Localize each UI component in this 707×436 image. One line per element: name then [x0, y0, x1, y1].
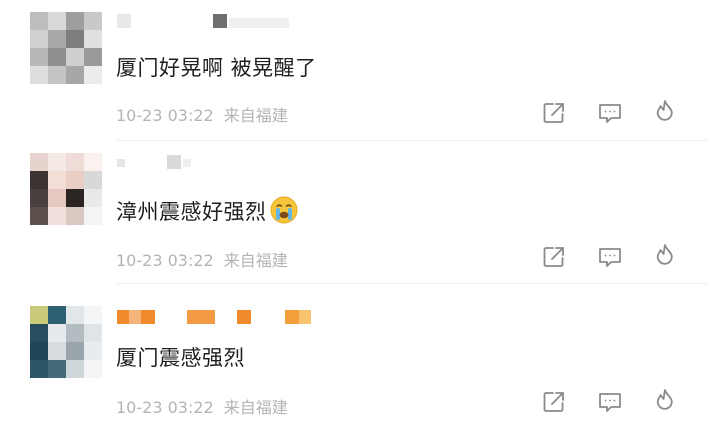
timestamp: 10-23 03:22	[116, 398, 214, 417]
username-redacted[interactable]	[117, 153, 307, 171]
share-icon[interactable]	[540, 388, 568, 416]
avatar[interactable]	[30, 12, 102, 84]
share-icon[interactable]	[540, 99, 568, 127]
location: 来自福建	[223, 251, 288, 270]
like-flame-icon[interactable]	[651, 242, 679, 270]
username-redacted[interactable]	[117, 12, 307, 30]
comment-item: 厦门震感强烈 10-23 03:22 来自福建	[0, 284, 707, 436]
like-flame-icon[interactable]	[651, 98, 679, 126]
username-redacted[interactable]	[117, 308, 317, 326]
crying-face-emoji	[269, 195, 299, 230]
comment-text: 厦门震感强烈	[116, 346, 245, 370]
comment-item: 厦门好晃啊 被晃醒了 10-23 03:22 来自福建	[0, 0, 707, 140]
avatar[interactable]	[30, 153, 102, 225]
comment-item: 漳州震感好强烈 10-23 03:22 来自福建	[0, 141, 707, 282]
comment-text: 厦门好晃啊 被晃醒了	[116, 56, 317, 80]
like-flame-icon[interactable]	[651, 387, 679, 415]
comment-icon[interactable]	[596, 388, 624, 416]
timestamp: 10-23 03:22	[116, 251, 214, 270]
location: 来自福建	[223, 106, 288, 125]
comment-text: 漳州震感好强烈	[116, 195, 299, 230]
comment-icon[interactable]	[596, 243, 624, 271]
share-icon[interactable]	[540, 243, 568, 271]
location: 来自福建	[223, 398, 288, 417]
comment-meta: 10-23 03:22 来自福建	[116, 102, 288, 126]
avatar[interactable]	[30, 306, 102, 378]
comment-meta: 10-23 03:22 来自福建	[116, 394, 288, 418]
comment-icon[interactable]	[596, 99, 624, 127]
comment-meta: 10-23 03:22 来自福建	[116, 247, 288, 271]
timestamp: 10-23 03:22	[116, 106, 214, 125]
